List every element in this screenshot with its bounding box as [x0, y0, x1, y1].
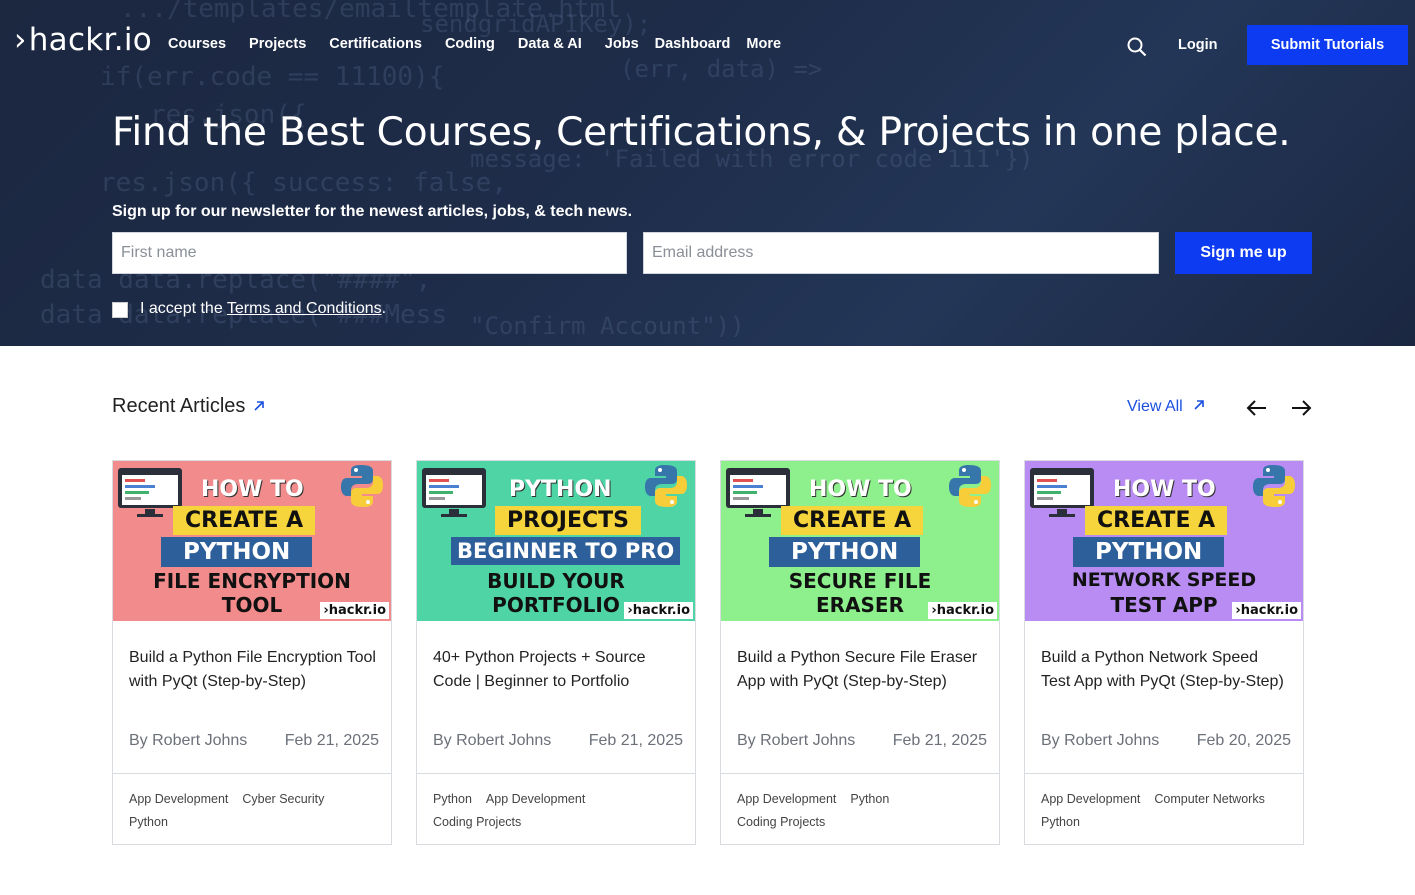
- article-tag[interactable]: Python: [1041, 815, 1080, 829]
- python-logo-icon: [643, 463, 689, 509]
- article-title[interactable]: Build a Python Network Speed Test App wi…: [1041, 646, 1291, 694]
- thumb-line-1: HOW TO: [1113, 477, 1216, 502]
- arrow-right-icon[interactable]: [1289, 396, 1313, 420]
- article-tag[interactable]: Python: [433, 792, 472, 806]
- nav-jobs[interactable]: Jobs: [605, 36, 639, 52]
- python-logo-icon: [1251, 463, 1297, 509]
- thumb-line-1: PYTHON: [509, 477, 612, 502]
- hero-headline: Find the Best Courses, Certifications, &…: [112, 110, 1291, 155]
- article-tags: App Development Cyber Security Python: [113, 773, 391, 845]
- email-input[interactable]: [643, 232, 1159, 274]
- thumb-line-3: PYTHON: [769, 537, 921, 567]
- terms-text: I accept the Terms and Conditions.: [140, 300, 387, 317]
- article-author: By Robert Johns: [129, 732, 248, 749]
- article-meta: By Robert Johns Feb 21, 2025: [737, 732, 987, 750]
- article-card[interactable]: HOW TO CREATE A PYTHON SECURE FILE ERASER ›ha…: [720, 460, 1000, 845]
- nav-projects[interactable]: Projects: [249, 36, 306, 52]
- search-icon[interactable]: [1126, 36, 1148, 58]
- monitor-icon: [421, 467, 487, 519]
- article-date: Feb 21, 2025: [284, 732, 379, 749]
- article-title[interactable]: Build a Python File Encryption Tool with…: [129, 646, 379, 694]
- first-name-input[interactable]: [112, 232, 627, 274]
- thumb-line-1: HOW TO: [809, 477, 912, 502]
- article-meta: By Robert Johns Feb 21, 2025: [433, 732, 683, 750]
- thumb-line-3: BEGINNER TO PRO: [451, 537, 681, 565]
- recent-articles-title[interactable]: Recent Articles: [112, 395, 265, 418]
- article-tag[interactable]: Coding Projects: [737, 815, 825, 829]
- newsletter-subline: Sign up for our newsletter for the newes…: [112, 203, 633, 220]
- article-title[interactable]: 40+ Python Projects + Source Code | Begi…: [433, 646, 683, 694]
- article-date: Feb 20, 2025: [1196, 732, 1291, 749]
- nav-data-ai[interactable]: Data & AI: [518, 36, 582, 52]
- thumb-line-3: PYTHON: [161, 537, 313, 567]
- nav-links: Courses Projects Certifications Coding D…: [168, 36, 804, 52]
- article-date: Feb 21, 2025: [892, 732, 987, 749]
- article-tag[interactable]: App Development: [737, 792, 836, 806]
- arrow-up-right-icon: [1193, 398, 1205, 416]
- terms-checkbox[interactable]: [112, 302, 128, 318]
- article-meta: By Robert Johns Feb 21, 2025: [129, 732, 379, 750]
- thumb-line-4: FILE ENCRYPTION: [153, 569, 351, 593]
- nav-more[interactable]: More: [746, 36, 781, 52]
- article-card[interactable]: HOW TO CREATE A PYTHON FILE ENCRYPTION TOOL ›…: [112, 460, 392, 845]
- article-card[interactable]: PYTHON PROJECTS BEGINNER TO PRO BUILD YOUR P…: [416, 460, 696, 845]
- article-date: Feb 21, 2025: [588, 732, 683, 749]
- thumb-line-1: HOW TO: [201, 477, 304, 502]
- thumb-line-4: SECURE FILE: [788, 569, 932, 593]
- sign-me-up-button[interactable]: Sign me up: [1175, 232, 1312, 274]
- hackr-mini-logo: ›hackr.io: [1232, 602, 1301, 619]
- article-author: By Robert Johns: [1041, 732, 1160, 749]
- hackr-mini-logo: ›hackr.io: [624, 602, 693, 619]
- thumb-line-3: PYTHON: [1073, 537, 1225, 567]
- article-tag[interactable]: App Development: [1041, 792, 1140, 806]
- hackr-mini-logo: ›hackr.io: [320, 602, 389, 619]
- article-thumbnail[interactable]: HOW TO CREATE A PYTHON NETWORK SPEED TEST AP…: [1025, 461, 1303, 621]
- terms-link[interactable]: Terms and Conditions: [227, 300, 382, 317]
- hackr-mini-logo: ›hackr.io: [928, 602, 997, 619]
- nav-courses[interactable]: Courses: [168, 36, 226, 52]
- article-tags: App Development Computer Networks Python: [1025, 773, 1303, 845]
- article-tags: App Development Python Coding Projects: [721, 773, 999, 845]
- article-tag[interactable]: Cyber Security: [242, 792, 324, 806]
- article-author: By Robert Johns: [433, 732, 552, 749]
- article-author: By Robert Johns: [737, 732, 856, 749]
- python-logo-icon: [947, 463, 993, 509]
- article-thumbnail[interactable]: HOW TO CREATE A PYTHON FILE ENCRYPTION TOOL ›…: [113, 461, 391, 621]
- hackr-logo[interactable]: ›hackr.io: [14, 22, 152, 58]
- submit-tutorials-button[interactable]: Submit Tutorials: [1247, 25, 1408, 65]
- thumb-line-2: CREATE A: [1085, 506, 1228, 535]
- arrow-up-right-icon: [253, 395, 265, 418]
- article-meta: By Robert Johns Feb 20, 2025: [1041, 732, 1291, 750]
- article-card[interactable]: HOW TO CREATE A PYTHON NETWORK SPEED TEST AP…: [1024, 460, 1304, 845]
- article-tag[interactable]: Python: [129, 815, 168, 829]
- nav-dashboard[interactable]: Dashboard: [655, 36, 731, 52]
- nav-certifications[interactable]: Certifications: [329, 36, 422, 52]
- article-tag[interactable]: App Development: [129, 792, 228, 806]
- thumb-line-4: BUILD YOUR: [487, 569, 625, 593]
- python-logo-icon: [339, 463, 385, 509]
- hero-banner: .../templates/emailtemplate.html sendgri…: [0, 0, 1415, 346]
- thumb-line-4: NETWORK SPEED: [1071, 569, 1257, 591]
- article-thumbnail[interactable]: HOW TO CREATE A PYTHON SECURE FILE ERASER ›ha…: [721, 461, 999, 621]
- arrow-left-icon[interactable]: [1245, 396, 1269, 420]
- article-tags: Python App Development Coding Projects: [417, 773, 695, 845]
- article-tag[interactable]: App Development: [486, 792, 585, 806]
- thumb-line-2: CREATE A: [781, 506, 924, 535]
- top-navigation: ›hackr.io Courses Projects Certification…: [0, 0, 1415, 90]
- login-link[interactable]: Login: [1178, 37, 1217, 53]
- nav-coding[interactable]: Coding: [445, 36, 495, 52]
- article-tag[interactable]: Computer Networks: [1154, 792, 1264, 806]
- view-all-link[interactable]: View All: [1127, 398, 1205, 416]
- thumb-line-2: CREATE A: [173, 506, 316, 535]
- article-title[interactable]: Build a Python Secure File Eraser App wi…: [737, 646, 987, 694]
- article-tag[interactable]: Python: [850, 792, 889, 806]
- article-tag[interactable]: Coding Projects: [433, 815, 521, 829]
- article-thumbnail[interactable]: PYTHON PROJECTS BEGINNER TO PRO BUILD YOUR P…: [417, 461, 695, 621]
- thumb-line-2: PROJECTS: [495, 506, 641, 535]
